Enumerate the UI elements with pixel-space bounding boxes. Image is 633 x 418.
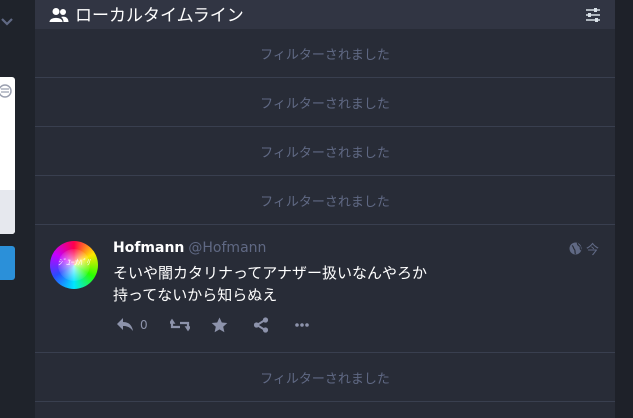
boost-button[interactable]	[170, 315, 190, 335]
compose-card-footer	[0, 190, 15, 234]
favourite-button[interactable]	[211, 315, 228, 335]
users-icon	[49, 8, 69, 22]
share-button[interactable]	[253, 315, 269, 335]
avatar-text: ｼﾞﾕｰﾅﾊﾟﾘ	[58, 258, 90, 267]
ellipsis-icon	[295, 323, 309, 327]
left-drawer	[0, 0, 35, 418]
status-content-line: そいや闇カタリナってアナザー扱いなんやろか	[113, 264, 427, 282]
filtered-status[interactable]: フィルターされました	[35, 353, 615, 402]
globe-icon	[569, 242, 582, 255]
local-timeline-column: ローカルタイムライン フィルターされました フィルターされました フィルターされ…	[35, 0, 615, 418]
toot-button[interactable]	[0, 246, 15, 280]
more-button[interactable]	[295, 315, 309, 335]
status-item[interactable]: ｼﾞﾕｰﾅﾊﾟﾘ Hofmann @Hofmann 今 そいや闇カタリナってアナザ…	[35, 224, 615, 353]
reply-count: 0	[140, 318, 148, 332]
status-content: そいや闇カタリナってアナザー扱いなんやろか 持ってないから知らぬえ	[113, 262, 593, 306]
star-icon	[211, 317, 228, 333]
compose-card[interactable]	[0, 77, 15, 234]
status-content-line: 持ってないから知らぬえ	[113, 286, 278, 304]
display-name: Hofmann	[113, 240, 185, 256]
attachment-icon	[0, 84, 12, 98]
reply-button[interactable]: 0	[116, 315, 148, 335]
filtered-status[interactable]: フィルターされました	[35, 127, 615, 176]
column-title: ローカルタイムライン	[75, 6, 244, 26]
retweet-icon	[170, 318, 190, 332]
filtered-status[interactable]: フィルターされました	[35, 176, 615, 225]
account-handle: @Hofmann	[188, 240, 267, 256]
sliders-icon[interactable]	[585, 7, 601, 23]
chevron-down-icon[interactable]	[0, 14, 14, 28]
reply-icon	[117, 318, 133, 331]
share-icon	[253, 317, 269, 333]
column-header[interactable]: ローカルタイムライン	[35, 0, 615, 29]
status-action-bar: 0	[113, 315, 413, 335]
avatar[interactable]: ｼﾞﾕｰﾅﾊﾟﾘ	[50, 241, 98, 289]
status-time[interactable]: 今	[586, 239, 599, 258]
status-author[interactable]: Hofmann @Hofmann	[113, 240, 266, 256]
filtered-status[interactable]: フィルターされました	[35, 78, 615, 127]
filtered-status[interactable]: フィルターされました	[35, 29, 615, 78]
